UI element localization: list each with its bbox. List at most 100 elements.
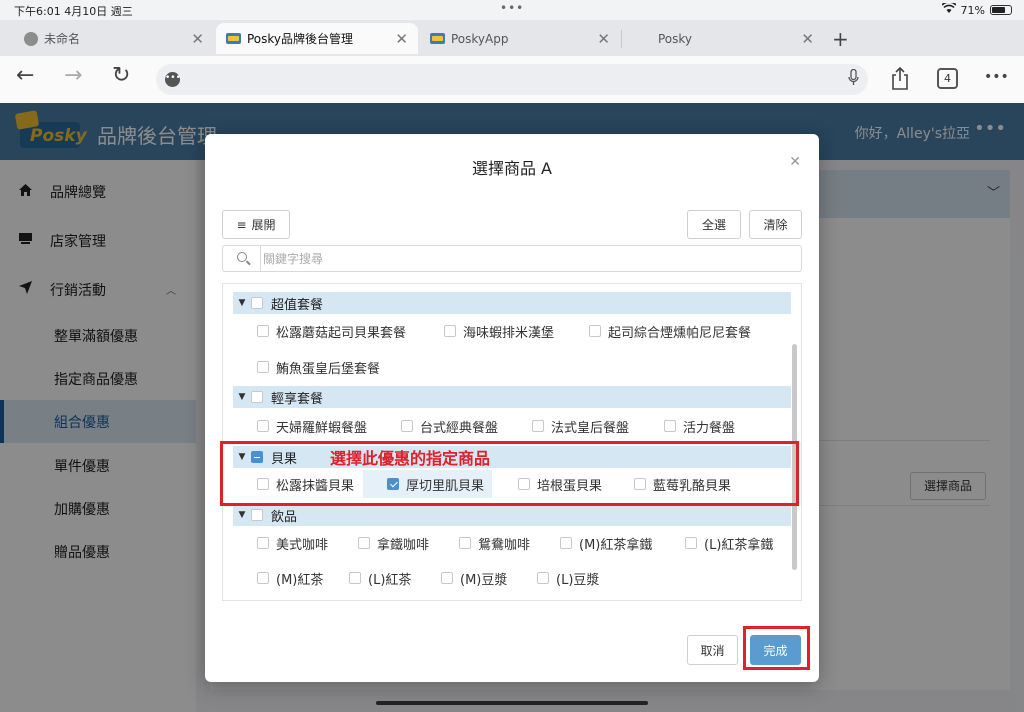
close-icon[interactable]: ✕ <box>597 30 610 48</box>
caret-down-icon[interactable]: ▼ <box>233 392 251 402</box>
tab-label: PoskyApp <box>451 31 509 46</box>
tab-posky-brand-admin[interactable]: Posky品牌後台管理 ✕ <box>216 23 418 54</box>
item-checkbox[interactable] <box>444 325 456 337</box>
select-all-button[interactable]: 全選 <box>687 210 741 239</box>
item-checkbox[interactable] <box>589 325 601 337</box>
product-item[interactable]: 海味蝦排米漢堡 <box>444 320 554 342</box>
item-label: (M)紅茶 <box>276 572 324 588</box>
url-field[interactable]: ••• <box>156 64 868 95</box>
posky-icon <box>226 33 241 44</box>
item-checkbox[interactable] <box>257 572 269 584</box>
item-checkbox[interactable] <box>532 420 544 432</box>
tab-label: Posky品牌後台管理 <box>247 32 354 46</box>
item-label: 拿鐵咖啡 <box>377 537 430 553</box>
tab-posky[interactable]: Posky ✕ <box>622 23 824 54</box>
group-checkbox[interactable] <box>251 297 263 309</box>
item-checkbox[interactable] <box>257 361 269 373</box>
posky-icon <box>430 33 445 44</box>
group-row-light-set[interactable]: ▼ 輕享套餐 <box>233 386 791 408</box>
product-item[interactable]: (M)豆漿 <box>441 567 507 589</box>
product-item[interactable]: (L)豆漿 <box>537 567 599 589</box>
product-item[interactable]: 拿鐵咖啡 <box>358 532 429 554</box>
item-label: 松露蘑菇起司貝果套餐 <box>276 325 407 341</box>
item-checkbox[interactable] <box>358 537 370 549</box>
item-checkbox[interactable] <box>257 537 269 549</box>
multitask-dots[interactable]: ••• <box>500 1 524 15</box>
back-icon[interactable]: ← <box>16 63 34 88</box>
item-checkbox[interactable] <box>685 537 697 549</box>
share-icon[interactable] <box>890 66 910 95</box>
select-products-modal: 選擇商品 A ✕ ≡ 展開 全選 清除 ▼ 超值套餐 松露蘑菇起司貝果套餐 海味… <box>205 134 819 682</box>
product-item[interactable]: 活力餐盤 <box>664 415 735 437</box>
product-item[interactable]: 法式皇后餐盤 <box>532 415 629 437</box>
reload-icon[interactable]: ↻ <box>112 63 130 88</box>
product-item[interactable]: (M)紅茶拿鐵 <box>560 532 652 554</box>
product-item[interactable]: 美式咖啡 <box>257 532 328 554</box>
item-checkbox[interactable] <box>257 420 269 432</box>
item-label: (M)紅茶拿鐵 <box>579 537 653 553</box>
close-icon[interactable]: ✕ <box>789 154 801 170</box>
home-indicator[interactable] <box>376 701 648 705</box>
tab-poskyapp[interactable]: PoskyApp ✕ <box>420 23 620 54</box>
product-item[interactable]: 鴛鴦咖啡 <box>459 532 530 554</box>
tab-label: Posky <box>658 31 693 46</box>
item-label: (L)紅茶 <box>368 572 412 588</box>
close-icon[interactable]: ✕ <box>395 30 408 48</box>
search-box <box>222 245 802 272</box>
group-label: 輕享套餐 <box>271 391 324 407</box>
tab-untitled[interactable]: 未命名 ✕ <box>14 23 214 54</box>
item-label: (L)紅茶拿鐵 <box>704 537 774 553</box>
item-label: 鮪魚蛋皇后堡套餐 <box>276 361 381 377</box>
clear-button[interactable]: 清除 <box>749 210 802 239</box>
caret-down-icon[interactable]: ▼ <box>233 298 251 308</box>
annotation-done-highlight <box>743 626 810 670</box>
item-label: 台式經典餐盤 <box>420 420 499 436</box>
tab-count-button[interactable]: 4 <box>937 68 958 89</box>
item-checkbox[interactable] <box>537 572 549 584</box>
status-bar: 下午6:01 4月10日 週三 ••• 71% <box>0 0 1024 20</box>
tab-label: 未命名 <box>44 32 81 46</box>
browser-tab-bar: 未命名 ✕ Posky品牌後台管理 ✕ PoskyApp ✕ Posky ✕ <box>0 20 1024 56</box>
expand-button[interactable]: ≡ 展開 <box>222 210 290 239</box>
close-icon[interactable]: ✕ <box>191 30 204 48</box>
product-item[interactable]: (L)紅茶 <box>349 567 411 589</box>
group-label: 超值套餐 <box>271 297 324 313</box>
battery-icon <box>990 5 1012 15</box>
product-item[interactable]: (M)紅茶 <box>257 567 323 589</box>
item-label: 起司綜合煙燻帕尼尼套餐 <box>608 325 752 341</box>
product-item[interactable]: 起司綜合煙燻帕尼尼套餐 <box>589 320 751 342</box>
group-row-drinks[interactable]: ▼ 飲品 <box>233 504 791 526</box>
microphone-icon[interactable] <box>848 68 859 90</box>
more-icon[interactable]: ••• <box>984 69 1009 85</box>
item-checkbox[interactable] <box>459 537 471 549</box>
new-tab-button[interactable]: + <box>832 27 849 51</box>
group-row-value-set[interactable]: ▼ 超值套餐 <box>233 292 791 314</box>
modal-title: 選擇商品 A <box>471 159 553 178</box>
site-settings-icon[interactable]: ••• <box>165 72 181 87</box>
group-checkbox[interactable] <box>251 391 263 403</box>
product-item[interactable]: (L)紅茶拿鐵 <box>685 532 773 554</box>
close-icon[interactable]: ✕ <box>801 30 814 48</box>
search-icon <box>223 246 261 271</box>
item-checkbox[interactable] <box>441 572 453 584</box>
item-label: 活力餐盤 <box>683 420 736 436</box>
item-checkbox[interactable] <box>401 420 413 432</box>
caret-down-icon[interactable]: ▼ <box>233 510 251 520</box>
address-bar: ← → ↻ ••• 4 ••• <box>0 56 1024 103</box>
item-checkbox[interactable] <box>560 537 572 549</box>
item-checkbox[interactable] <box>257 325 269 337</box>
product-item[interactable]: 天婦羅鮮蝦餐盤 <box>257 415 367 437</box>
search-input[interactable] <box>263 247 793 270</box>
forward-icon[interactable]: → <box>64 63 82 88</box>
product-item[interactable]: 鮪魚蛋皇后堡套餐 <box>257 356 380 378</box>
menu-icon: ≡ <box>236 217 247 232</box>
globe-icon <box>24 31 38 46</box>
cancel-button[interactable]: 取消 <box>687 635 738 665</box>
group-checkbox[interactable] <box>251 509 263 521</box>
group-label: 飲品 <box>271 509 298 525</box>
item-label: 美式咖啡 <box>276 537 329 553</box>
product-item[interactable]: 台式經典餐盤 <box>401 415 498 437</box>
product-item[interactable]: 松露蘑菇起司貝果套餐 <box>257 320 406 342</box>
item-checkbox[interactable] <box>664 420 676 432</box>
item-checkbox[interactable] <box>349 572 361 584</box>
